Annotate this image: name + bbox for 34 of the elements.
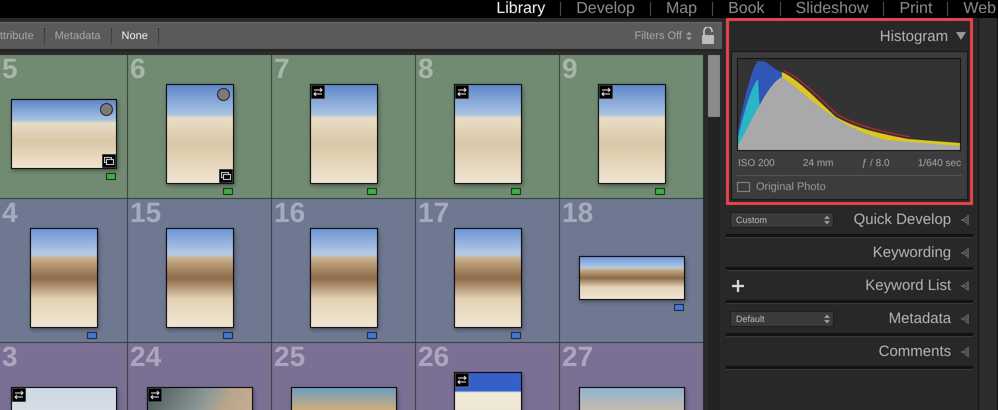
- exif-text: ƒ / 8.0: [862, 158, 890, 169]
- scrollbar[interactable]: [708, 55, 720, 410]
- exif-text: 24 mm: [802, 158, 834, 169]
- preset-dropdown[interactable]: Custom: [730, 212, 834, 228]
- preset-dropdown[interactable]: Default: [730, 310, 834, 326]
- unlocked-padlock-icon[interactable]: [700, 27, 716, 45]
- module-tab[interactable]: Library: [496, 0, 546, 18]
- module-tab[interactable]: Print: [899, 0, 932, 18]
- panel-header[interactable]: Default Metadata: [726, 304, 974, 336]
- module-tab[interactable]: Develop: [576, 0, 635, 18]
- plus-icon[interactable]: [732, 280, 744, 292]
- filter-tab[interactable]: None: [112, 30, 158, 42]
- updown-arrows-icon: [824, 314, 830, 324]
- panel-title[interactable]: Comments: [878, 343, 952, 360]
- panel-header[interactable]: Keyword List: [726, 271, 974, 303]
- panel-title[interactable]: Keywording: [872, 244, 952, 261]
- checkbox[interactable]: [737, 182, 750, 192]
- module-tab[interactable]: Slideshow: [796, 0, 868, 18]
- panel-header[interactable]: Custom Quick Develop: [726, 205, 974, 237]
- panel-title[interactable]: Histogram: [880, 28, 948, 44]
- scrollbar-thumb[interactable]: [708, 55, 720, 117]
- panel-title[interactable]: Quick Develop: [854, 211, 952, 228]
- exif-text: 1/640 sec: [918, 158, 962, 169]
- panel-header[interactable]: Keywording: [726, 238, 974, 270]
- exif-text: ISO 200: [738, 158, 775, 169]
- panel-title[interactable]: Metadata: [888, 310, 952, 327]
- module-tab[interactable]: Map: [666, 0, 698, 18]
- updown-arrows-icon: [824, 214, 830, 224]
- checkbox-label[interactable]: Original Photo: [756, 181, 826, 193]
- updown-arrows-icon: [686, 31, 692, 41]
- module-tab[interactable]: Web: [963, 0, 996, 18]
- panel-header[interactable]: Comments: [726, 337, 974, 369]
- module-tab[interactable]: Book: [728, 0, 765, 18]
- panel-title[interactable]: Keyword List: [865, 277, 952, 294]
